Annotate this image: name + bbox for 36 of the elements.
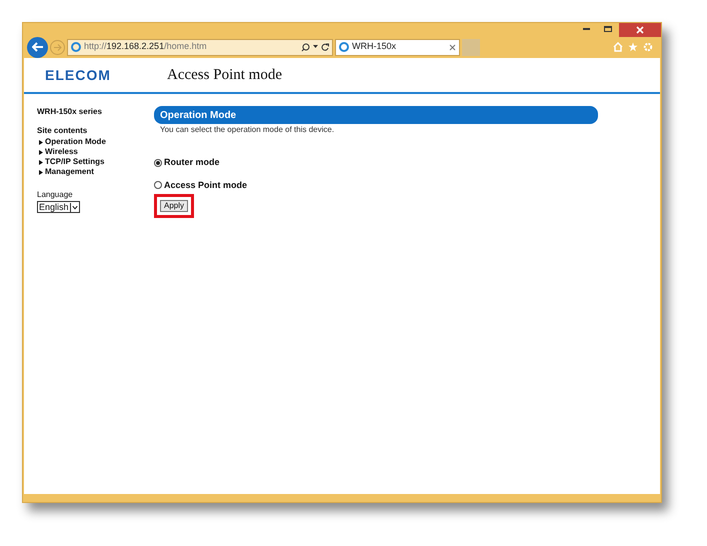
radio-option[interactable]: Access Point mode [154,178,598,192]
back-button[interactable] [27,36,48,58]
close-button[interactable] [619,23,661,37]
star-icon[interactable] [628,42,638,52]
language-select[interactable]: English [37,201,80,213]
radio-button[interactable] [154,181,162,190]
page-title: Access Point mode [167,66,282,85]
series-label: WRH-150x series [37,106,103,118]
refresh-icon[interactable] [321,43,329,51]
close-tab-icon[interactable] [449,44,456,50]
nav-link[interactable]: Management [45,167,94,177]
nav-link[interactable]: Operation Mode [45,137,106,147]
nav-link[interactable]: TCP/IP Settings [45,157,104,167]
address-bar[interactable]: http://192.168.2.251/home.htm [67,38,333,56]
radio-button[interactable] [154,158,162,167]
dropdown-icon[interactable] [313,45,318,49]
apply-button[interactable]: Apply [160,200,188,212]
section-header: Operation Mode [154,106,598,124]
triangle-bullet-icon [39,160,43,164]
description-text: You can select the operation mode of this device. [159,124,336,136]
back-arrow-icon [32,42,44,52]
radio-option[interactable]: Router mode [154,156,598,170]
browser-tab[interactable]: WRH-150x [335,38,460,56]
site-contents-heading: Site contents [37,125,88,137]
url-text: http://192.168.2.251/home.htm [84,40,207,54]
language-label: Language [37,189,74,201]
nav-link[interactable]: Wireless [45,147,78,157]
search-icon[interactable] [301,42,310,52]
close-icon [636,26,644,34]
chevron-down-icon [70,202,79,212]
logo: ELECOM [45,66,112,84]
triangle-bullet-icon [39,170,43,174]
triangle-bullet-icon [39,150,43,154]
forward-arrow-icon [54,44,62,50]
tab-title: WRH-150x [352,40,396,54]
triangle-bullet-icon [39,140,43,144]
